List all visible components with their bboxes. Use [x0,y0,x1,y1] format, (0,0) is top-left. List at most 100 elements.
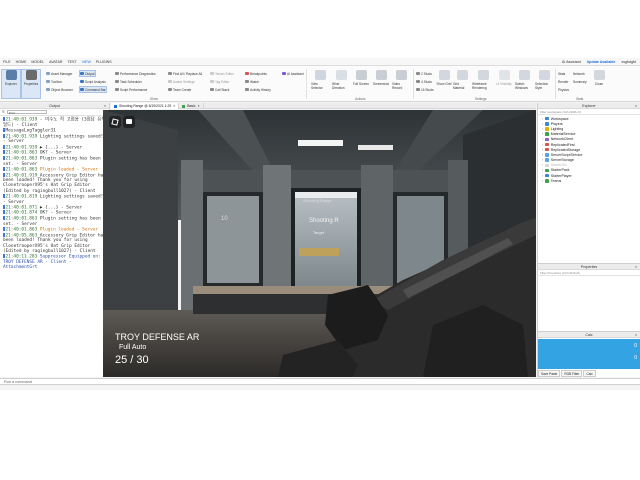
history-icon [245,87,249,92]
script-analysis-button[interactable]: Script Analysis [80,79,106,84]
menu-file[interactable]: FILE [3,60,11,64]
properties-button[interactable]: Properties [21,69,41,99]
close-icon[interactable]: × [198,104,200,108]
command-bar-input[interactable]: Run a command [0,378,640,385]
full-screen-button[interactable]: Full Screen [352,70,370,98]
screenshot-button[interactable]: Screenshot [372,70,390,98]
explorer-item-label: Players [550,121,563,126]
find-all-button[interactable]: Find All / Replace All [168,71,202,76]
physics-button[interactable]: Physics [558,87,569,92]
close-icon[interactable]: × [635,264,637,270]
breakpoints-button[interactable]: Breakpoints [245,71,267,76]
cube-icon [314,70,326,80]
render-button[interactable]: Render [558,79,568,84]
explorer-item[interactable]: › Teams [542,178,640,183]
menu-model[interactable]: MODEL [31,60,44,64]
explorer-tree: › Workspace › Players › Lighting › MaterialServ… [538,115,640,183]
user-name[interactable]: xsgbdgfd [621,60,636,64]
tab-shooting-range[interactable]: Shooting Range @ 8/19/2021 1:29 × [111,103,180,109]
terrain-editor-button[interactable]: Terrain Editor [210,71,234,76]
object-browser-button[interactable]: Object Browser [46,87,73,92]
grid-16-studs[interactable]: 16 Studs [416,87,434,92]
chat-button[interactable] [123,116,135,128]
ui-visibility-button[interactable]: UI Visibility [495,70,513,98]
roblox-menu-button[interactable] [109,116,121,128]
properties-title: Properties [580,265,598,269]
menu-view[interactable]: VIEW [82,60,91,64]
log-marker-icon [3,232,5,237]
chevron-right-icon[interactable]: › [542,174,543,178]
menu-avatar[interactable]: AVATAR [49,60,62,64]
toolbox-button[interactable]: Toolbox [46,79,62,84]
chevron-right-icon[interactable]: › [542,158,543,162]
output-filter-input[interactable]: Filter... [6,109,47,115]
properties-filter-input[interactable]: Filter Properties (Ctrl+Shift+P) [538,270,640,276]
chevron-right-icon[interactable]: › [542,137,543,141]
toolbox-icon [46,79,50,84]
chevron-right-icon[interactable]: › [542,127,543,131]
explorer-button-label: Explorer [5,82,17,86]
summary-button[interactable]: Summary [573,79,587,84]
close-icon[interactable]: × [635,103,637,109]
chevron-right-icon[interactable]: › [542,117,543,121]
close-stats-button[interactable]: Close [590,70,608,98]
script-performance-button[interactable]: Script Performance [115,87,147,92]
ai-assistant-button[interactable]: AI Assistant [282,71,304,76]
ribbon-divider [413,69,414,99]
chevron-right-icon[interactable]: › [542,163,543,167]
log-marker-icon [3,216,5,221]
chevron-right-icon[interactable]: › [542,143,543,147]
log-marker-icon [3,127,5,132]
output-line: 21:40:01.863 Plugin loaded - Server [3,166,107,173]
chevron-right-icon[interactable]: › [542,168,543,172]
chevron-right-icon[interactable]: › [542,132,543,136]
wind-direction-button[interactable]: Wind Direction [332,70,350,98]
menu-home[interactable]: HOME [16,60,27,64]
asset-manager-button[interactable]: Asset Manager [46,71,72,76]
call-stack-button[interactable]: Call Stack [210,87,229,92]
chevron-right-icon[interactable]: › [542,148,543,152]
chevron-right-icon[interactable]: › [542,179,543,183]
calc-tab-rgb-fitter[interactable]: RGB Fitter [561,370,583,377]
network-button[interactable]: Network [573,71,585,76]
filter-icon[interactable]: ☰ [2,110,5,114]
chevron-right-icon[interactable]: › [542,153,543,157]
stats-button[interactable]: Stats [558,71,565,76]
menu-test[interactable]: TEST [67,60,76,64]
explorer-button[interactable]: Explorer [1,69,21,99]
show-grid-button[interactable]: Show Grid [435,70,453,98]
team-create-button[interactable]: Team Create [168,87,191,92]
video-record-button[interactable]: Video Record [392,70,410,98]
chevron-right-icon[interactable]: › [542,122,543,126]
call-stack-icon [210,87,214,92]
switch-windows-button[interactable]: Switch Windows [515,70,533,98]
grid-4-studs[interactable]: 4 Studs [416,79,432,84]
game-viewport[interactable]: Shooting Range Shooting R Target 10 TROY… [103,110,536,377]
task-scheduler-button[interactable]: Task Scheduler [115,79,142,84]
wireframe-button[interactable]: Wireframe Rendering [472,70,494,98]
selection-style-button[interactable]: Selection Style [535,70,553,98]
update-available[interactable]: Update Available [587,60,616,64]
performance-diagnostics-button[interactable]: Performance Diagnostics [115,71,156,76]
grid-2-studs[interactable]: 2 Studs [416,71,432,76]
service-icon [545,147,549,152]
tab-basic[interactable]: Basic × [179,103,204,109]
menu-plugins[interactable]: PLUGINS [96,60,112,64]
assistant-button[interactable]: AI Assistant [562,60,581,64]
grid-material-button[interactable]: Grid Material [453,70,471,98]
properties-button-label: Properties [23,82,39,86]
avatar-settings-button[interactable]: Avatar Settings [168,79,195,84]
calc-tab-save-paste[interactable]: Save Paste [538,370,561,377]
view-selector-button[interactable]: View Selector [311,70,329,98]
output-button[interactable]: Output [79,70,96,77]
tag-icon [210,79,214,84]
close-icon[interactable]: × [635,332,637,338]
activity-history-button[interactable]: Activity History [245,87,271,92]
output-log[interactable]: 21:40:01.939 - 미수노 적 고점용 (3점담 유착 얼드) - C… [0,116,109,270]
tag-editor-button[interactable]: Tag Editor [210,79,229,84]
watch-button[interactable]: Watch [245,79,259,84]
calc-tab-calc[interactable]: Calc [583,370,596,377]
close-icon[interactable]: × [104,103,106,109]
command-bar-button[interactable]: Command Bar [79,86,107,93]
close-icon[interactable]: × [173,104,175,108]
